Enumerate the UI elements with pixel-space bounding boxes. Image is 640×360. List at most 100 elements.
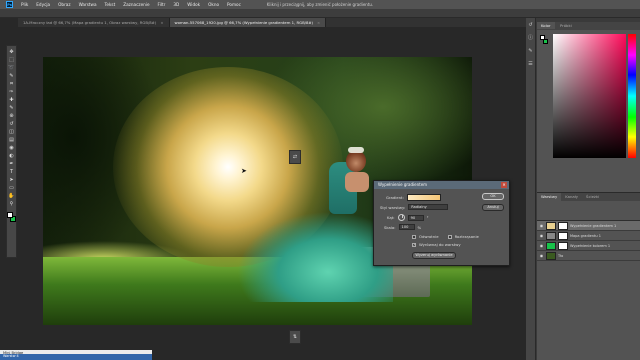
history-brush-icon[interactable]: ↺: [8, 121, 15, 127]
layer-row[interactable]: ◉ Wypełnienie gradientem 1: [537, 221, 640, 231]
close-icon[interactable]: ×: [160, 20, 163, 25]
tab-document-1[interactable]: 1A-Mroczny ład @ 66,7% (Mapa gradientu 1…: [18, 18, 170, 27]
blur-icon[interactable]: ◉: [8, 145, 15, 151]
tools-panel: ✥ ⬚ ➰ ✎ ⌗ ✑ ✚ ✎ ⊕ ↺ ◫ ▤ ◉ ◐ ✒ T ➤ ▭ ✋ ⚲: [6, 45, 17, 258]
layer-row[interactable]: ◉ Tło: [537, 251, 640, 261]
history-icon[interactable]: ↺: [527, 22, 534, 29]
layer-mask-thumbnail[interactable]: [558, 221, 568, 230]
gradient-preview[interactable]: [406, 194, 441, 201]
brush-icon[interactable]: ✎: [8, 105, 15, 111]
menu-view[interactable]: Widok: [187, 2, 200, 7]
angle-unit: °: [426, 215, 429, 220]
dialog-title: Wypełnienie gradientem: [378, 182, 428, 187]
tab-label: woman-557068_1920.jpg @ 66,7% (Wypełnien…: [174, 20, 314, 25]
tab-document-2[interactable]: woman-557068_1920.jpg @ 66,7% (Wypełnien…: [169, 18, 327, 27]
document-tab-bar: 1A-Mroczny ład @ 66,7% (Mapa gradientu 1…: [18, 18, 526, 27]
menu-filter[interactable]: Filtr: [158, 2, 166, 7]
ok-button[interactable]: OK: [482, 193, 504, 200]
pen-icon[interactable]: ✒: [8, 161, 15, 167]
menu-file[interactable]: Plik: [21, 2, 28, 7]
angle-label: Kąt:: [387, 215, 395, 220]
dodge-icon[interactable]: ◐: [8, 153, 15, 159]
layer-mask-thumbnail[interactable]: [558, 241, 568, 250]
tab-channels[interactable]: Kanały: [561, 193, 582, 201]
menu-select[interactable]: Zaznaczenie: [123, 2, 149, 7]
gradient-icon[interactable]: ▤: [8, 137, 15, 143]
menu-type[interactable]: Tekst: [105, 2, 116, 7]
panel-background-swatch[interactable]: [543, 39, 548, 44]
options-row: Odwrotnie Roztrząsanie: [412, 234, 479, 239]
menu-edit[interactable]: Edycja: [36, 2, 50, 7]
type-icon[interactable]: T: [8, 169, 15, 175]
foreground-color-swatch[interactable]: [7, 212, 13, 218]
tab-layers[interactable]: Warstwy: [537, 193, 562, 201]
collapsed-panels-strip: ↺ ⓘ ✎ ☰: [526, 18, 536, 360]
swap-icon[interactable]: ⇄: [289, 150, 301, 164]
options-bar: [0, 9, 640, 18]
move-icon[interactable]: ✥: [8, 49, 15, 55]
lasso-icon[interactable]: ➰: [8, 65, 15, 71]
close-icon[interactable]: ✕: [501, 182, 507, 188]
menu-3d[interactable]: 3D: [173, 2, 179, 7]
scale-input[interactable]: 100: [398, 224, 415, 230]
angle-dial-icon[interactable]: [397, 214, 405, 221]
menu-help[interactable]: Pomoc: [227, 2, 241, 7]
scale-row: Skala: 100 %: [384, 224, 421, 230]
tab-color[interactable]: Kolor: [537, 22, 555, 29]
color-swatches[interactable]: [7, 212, 16, 222]
dither-checkbox[interactable]: [447, 234, 452, 239]
mouse-cursor-icon: ➤: [241, 167, 247, 175]
visibility-eye-icon[interactable]: ◉: [539, 223, 544, 228]
layers-panel-tabs: Warstwy Kanały Ścieżki: [537, 193, 640, 201]
stamp-icon[interactable]: ⊕: [8, 113, 15, 119]
layer-name: Wypełnienie kolorem 1: [570, 243, 611, 248]
reverse-checkbox[interactable]: [412, 234, 416, 239]
path-select-icon[interactable]: ➤: [8, 177, 15, 183]
close-icon[interactable]: ×: [317, 20, 320, 25]
zoom-icon[interactable]: ⚲: [8, 201, 15, 207]
layer-mask-thumbnail[interactable]: [558, 231, 568, 240]
crop-icon[interactable]: ⌗: [8, 81, 15, 87]
brush-settings-icon[interactable]: ✎: [527, 48, 534, 55]
eyedropper-icon[interactable]: ✑: [8, 89, 15, 95]
taskbar: Warstw 4: [0, 354, 152, 360]
scale-label: Skala:: [384, 224, 396, 230]
align-checkbox[interactable]: ✓: [412, 242, 416, 247]
layer-thumbnail: [546, 221, 556, 230]
menu-image[interactable]: Obraz: [58, 2, 70, 7]
shape-icon[interactable]: ▭: [8, 185, 15, 191]
visibility-eye-icon[interactable]: ◉: [539, 243, 544, 248]
photo-arm: [345, 172, 369, 192]
healing-icon[interactable]: ✚: [8, 97, 15, 103]
arrange-icon[interactable]: ⇅: [289, 330, 301, 344]
hand-icon[interactable]: ✋: [8, 193, 15, 199]
eraser-icon[interactable]: ◫: [8, 129, 15, 135]
layer-thumbnail: [546, 231, 556, 240]
tab-label: 1A-Mroczny ład @ 66,7% (Mapa gradientu 1…: [23, 20, 157, 25]
quick-select-icon[interactable]: ✎: [8, 73, 15, 79]
angle-row: Kąt: 90 °: [387, 214, 429, 221]
properties-icon[interactable]: ☰: [527, 61, 534, 68]
layer-name: Wypełnienie gradientem 1: [570, 223, 617, 228]
align-label: Wyrównaj do warstwy: [419, 242, 461, 247]
photo-head: [346, 150, 366, 172]
layer-row[interactable]: ◉ Mapa gradientu 1: [537, 231, 640, 241]
tab-paths[interactable]: Ścieżki: [582, 193, 603, 201]
angle-input[interactable]: 90: [407, 214, 424, 221]
dialog-title-bar[interactable]: Wypełnienie gradientem ✕: [374, 181, 509, 189]
hue-slider[interactable]: [628, 34, 636, 158]
tab-swatches[interactable]: Próbki: [556, 22, 576, 29]
align-row: ✓ Wyrównaj do warstwy: [412, 242, 461, 247]
color-picker-field[interactable]: [553, 34, 626, 158]
style-select[interactable]: Radialny: [408, 204, 449, 210]
info-icon[interactable]: ⓘ: [527, 35, 534, 42]
marquee-icon[interactable]: ⬚: [8, 57, 15, 63]
menu-layer[interactable]: Warstwa: [79, 2, 97, 7]
visibility-eye-icon[interactable]: ◉: [539, 253, 544, 258]
reset-alignment-button[interactable]: Wyzeruj wyrównanie: [412, 252, 456, 259]
cancel-button[interactable]: Anuluj: [482, 204, 504, 211]
layer-row[interactable]: ◉ Wypełnienie kolorem 1: [537, 241, 640, 251]
menu-window[interactable]: Okno: [208, 2, 219, 7]
visibility-eye-icon[interactable]: ◉: [539, 233, 544, 238]
color-panel-tabs: Kolor Próbki: [537, 22, 640, 30]
